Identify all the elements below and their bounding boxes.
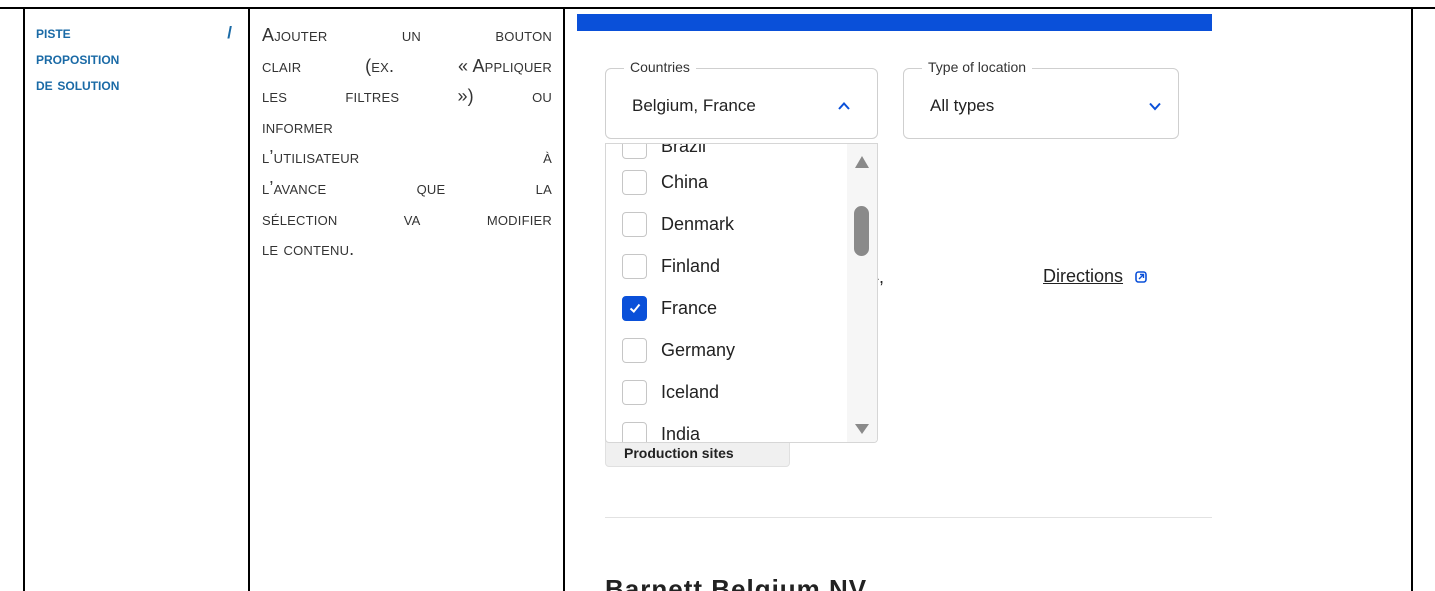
countries-dropdown-list[interactable]: Brazil China Denmark Finland France Germ… bbox=[605, 143, 878, 443]
option-label: Germany bbox=[661, 339, 736, 360]
divider bbox=[605, 517, 1212, 518]
country-option-finland[interactable]: Finland bbox=[622, 250, 720, 282]
table-left-border bbox=[23, 7, 25, 591]
description-line: clair (ex. « Appliquer bbox=[262, 51, 552, 82]
option-label: Brazil bbox=[661, 143, 707, 156]
description-line: les filtres ») ou bbox=[262, 81, 552, 112]
directions-link[interactable]: Directions bbox=[1043, 266, 1147, 287]
word: le contenu. bbox=[262, 239, 355, 260]
scroll-down-arrow-icon[interactable] bbox=[855, 424, 869, 434]
word: bouton bbox=[495, 25, 552, 45]
country-option-china[interactable]: China bbox=[622, 166, 708, 198]
country-option-germany[interactable]: Germany bbox=[622, 334, 735, 366]
country-option-india[interactable]: India bbox=[622, 418, 701, 443]
column-divider-2 bbox=[563, 7, 565, 591]
countries-label: Countries bbox=[624, 59, 696, 75]
word: filtres bbox=[345, 86, 400, 107]
scroll-thumb[interactable] bbox=[854, 206, 869, 256]
option-label: Iceland bbox=[661, 381, 720, 402]
checkbox[interactable] bbox=[622, 337, 647, 363]
country-option-iceland[interactable]: Iceland bbox=[622, 376, 719, 408]
type-of-location-label: Type of location bbox=[922, 59, 1033, 75]
checkbox[interactable] bbox=[622, 144, 647, 159]
checkmark-icon bbox=[629, 303, 640, 313]
word: va bbox=[403, 208, 421, 229]
description-line: informer bbox=[262, 112, 552, 143]
column-divider-1 bbox=[248, 7, 250, 591]
word: à bbox=[543, 147, 552, 168]
description-line: le contenu. bbox=[262, 234, 552, 265]
word: « Appliquer bbox=[458, 55, 552, 76]
heading-word-de-solution: de solution bbox=[36, 75, 120, 94]
checkbox[interactable] bbox=[622, 379, 647, 405]
type-of-location-value: All types bbox=[930, 96, 995, 115]
checkbox[interactable] bbox=[622, 421, 647, 442]
checkbox[interactable] bbox=[622, 211, 647, 237]
description-line: l’utilisateur à bbox=[262, 142, 552, 173]
word: que bbox=[416, 177, 446, 198]
heading-word-proposition: proposition bbox=[36, 49, 120, 68]
country-option-brazil[interactable]: Brazil bbox=[622, 143, 707, 162]
table-right-border bbox=[1411, 7, 1413, 591]
word: l’utilisateur bbox=[262, 147, 360, 168]
word: sélection bbox=[262, 208, 338, 229]
option-label: Denmark bbox=[661, 213, 735, 234]
directions-label: Directions bbox=[1043, 266, 1124, 286]
dropdown-scrollbar[interactable] bbox=[847, 144, 877, 442]
checkbox-checked[interactable] bbox=[622, 295, 647, 321]
option-label: China bbox=[661, 171, 709, 192]
description-line: Ajouter un bouton bbox=[262, 20, 552, 51]
word: Ajouter bbox=[262, 25, 328, 45]
option-label: Finland bbox=[661, 255, 721, 276]
checkbox[interactable] bbox=[622, 253, 647, 279]
word: un bbox=[401, 25, 421, 45]
external-link-icon bbox=[1135, 270, 1147, 283]
chevron-down-icon bbox=[1149, 102, 1161, 111]
option-label: France bbox=[661, 297, 718, 318]
word: modifier bbox=[486, 208, 552, 229]
option-label: India bbox=[661, 423, 701, 443]
word: ») bbox=[457, 86, 474, 107]
solution-description-cell: Ajouter un bouton clair (ex. « Appliquer… bbox=[262, 20, 552, 265]
word: informer bbox=[262, 116, 333, 137]
embedded-filter-screenshot: Countries Belgium, France Type of locati… bbox=[577, 14, 1212, 591]
table-top-border bbox=[0, 7, 1435, 9]
location-heading: Barnett Belgium NV bbox=[605, 574, 868, 591]
word: (ex. bbox=[365, 55, 395, 76]
word: clair bbox=[262, 55, 302, 76]
word: ou bbox=[532, 86, 552, 107]
type-of-location-select[interactable]: Type of location All types bbox=[903, 59, 1179, 139]
countries-select[interactable]: Countries Belgium, France bbox=[605, 59, 878, 139]
word: l’avance bbox=[262, 177, 327, 198]
word: les bbox=[262, 86, 288, 107]
chip-label: Production sites bbox=[624, 445, 734, 461]
header-bar bbox=[577, 14, 1212, 31]
solution-heading-cell: Piste / proposition de solution bbox=[36, 20, 236, 98]
checkbox[interactable] bbox=[622, 169, 647, 195]
heading-slash: / bbox=[227, 23, 232, 42]
word: la bbox=[535, 177, 552, 198]
scroll-up-arrow-icon[interactable] bbox=[855, 156, 869, 168]
countries-value: Belgium, France bbox=[632, 96, 756, 115]
country-option-france[interactable]: France bbox=[622, 292, 717, 324]
description-line: l’avance que la bbox=[262, 173, 552, 204]
heading-line-1: Piste / bbox=[36, 20, 232, 46]
country-option-denmark[interactable]: Denmark bbox=[622, 208, 734, 240]
chevron-up-icon bbox=[838, 102, 850, 110]
heading-word-piste: Piste bbox=[36, 23, 71, 42]
description-line: sélection va modifier bbox=[262, 204, 552, 235]
